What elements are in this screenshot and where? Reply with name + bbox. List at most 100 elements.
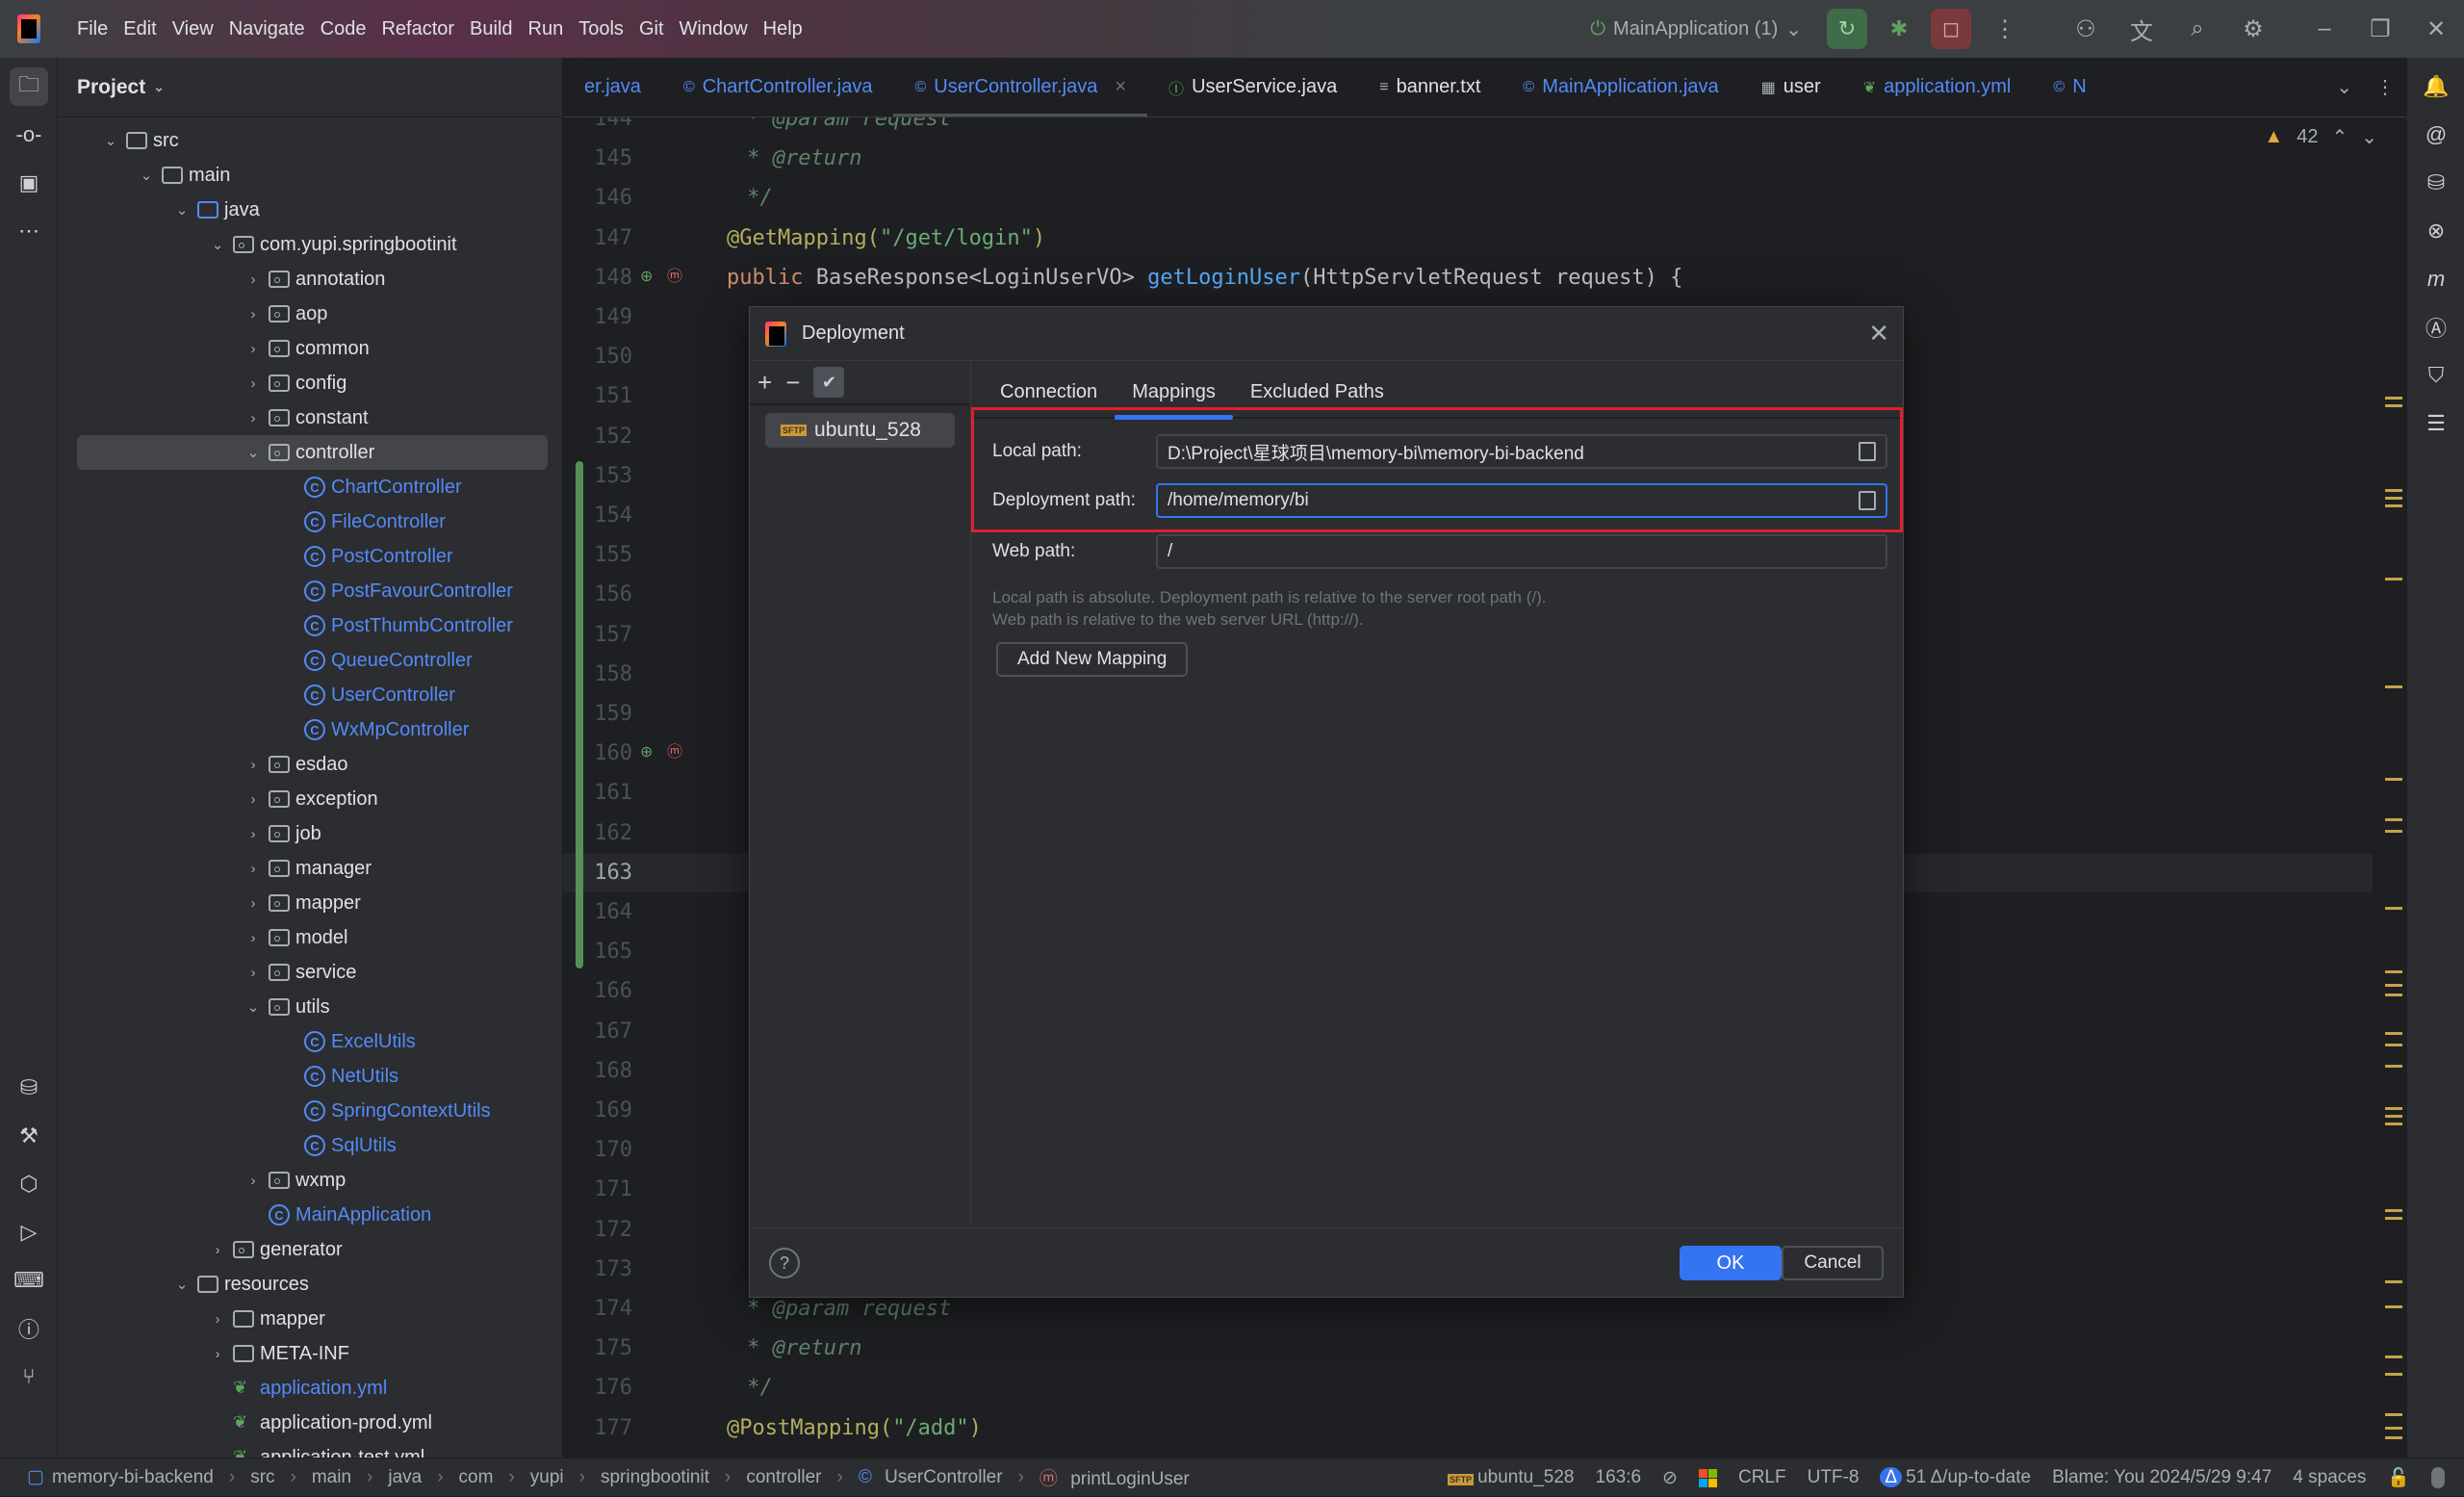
warning-stripe-marker[interactable] [2385, 830, 2402, 833]
rerun-button[interactable]: ↻ [1827, 9, 1867, 49]
code-line[interactable]: public BaseResponse<LoginUserVO> getLogi… [727, 259, 1682, 297]
chevron-down-icon[interactable]: ⌄ [172, 1276, 192, 1293]
code-line[interactable]: */ [734, 179, 773, 218]
tree-item[interactable]: › mapper [58, 1302, 562, 1336]
menu-tools[interactable]: Tools [571, 18, 631, 40]
browse-folder-icon[interactable] [1859, 442, 1876, 461]
tab-er-java[interactable]: er.java [563, 58, 662, 116]
warning-stripe-marker[interactable] [2385, 1115, 2402, 1118]
deployment-server-widget[interactable]: SFTP ubuntu_528 [1448, 1467, 1575, 1488]
chevron-right-icon[interactable]: › [244, 410, 263, 426]
breadcrumb-item[interactable]: controller [742, 1467, 825, 1488]
power-save-icon[interactable]: ⊘ [1662, 1467, 1678, 1489]
chevron-down-icon[interactable]: ⌄ [137, 167, 156, 184]
maven-icon[interactable]: m [2417, 260, 2455, 298]
chevron-right-icon[interactable]: › [244, 341, 263, 357]
notifications-bell-icon[interactable]: 🔔 [2417, 67, 2455, 106]
breadcrumb-item[interactable]: yupi [526, 1467, 568, 1488]
tabs-more-icon[interactable]: ⋮ [2364, 75, 2406, 99]
warning-stripe-marker[interactable] [2385, 397, 2402, 400]
warning-stripe-marker[interactable] [2385, 907, 2402, 910]
breadcrumb-item[interactable]: springbootinit [597, 1467, 713, 1488]
menu-build[interactable]: Build [462, 18, 520, 40]
tree-item[interactable]: › generator [58, 1232, 562, 1267]
chevron-right-icon[interactable]: › [244, 930, 263, 946]
tab-n[interactable]: © N [2032, 58, 2107, 116]
tabs-dropdown-icon[interactable]: ⌄ [2324, 75, 2364, 99]
project-panel-header[interactable]: Project ⌄ [58, 58, 562, 117]
build-hammer-icon[interactable]: ⚒ [10, 1117, 48, 1155]
code-line[interactable]: @GetMapping("/get/login") [727, 219, 1045, 258]
warning-stripe-marker[interactable] [2385, 818, 2402, 821]
warning-stripe-marker[interactable] [2385, 1217, 2402, 1220]
chevron-right-icon[interactable]: › [208, 1242, 227, 1258]
tab-usercontroller-java[interactable]: © UserController.java × [893, 58, 1147, 116]
tree-item[interactable]: C NetUtils [58, 1059, 562, 1094]
run-configuration-selector[interactable]: ⏻ MainApplication (1) ⌄ [1590, 17, 1802, 41]
warning-stripe-marker[interactable] [2385, 1044, 2402, 1046]
chevron-right-icon[interactable]: › [244, 895, 263, 912]
settings-gear-icon[interactable]: ⚙ [2239, 15, 2268, 43]
breadcrumb-item[interactable]: © UserController [855, 1467, 1007, 1488]
menu-code[interactable]: Code [313, 18, 374, 40]
add-new-mapping-button[interactable]: Add New Mapping [996, 642, 1189, 677]
problems-icon[interactable]: ⓘ [10, 1309, 48, 1348]
chevron-right-icon[interactable]: › [244, 861, 263, 877]
git-branch-icon[interactable]: ⑂ [10, 1357, 48, 1396]
line-ending-widget[interactable]: CRLF [1738, 1467, 1786, 1488]
code-line[interactable]: * @return [734, 1329, 861, 1368]
minimize-icon[interactable]: – [2310, 15, 2339, 42]
chevron-right-icon[interactable]: › [244, 306, 263, 323]
lock-icon[interactable]: 🔓 [2387, 1466, 2410, 1489]
menu-run[interactable]: Run [521, 18, 572, 40]
remote-hosts-icon[interactable]: ☰ [2417, 404, 2455, 443]
add-server-icon[interactable]: + [757, 368, 772, 398]
memory-indicator[interactable] [2431, 1467, 2445, 1488]
tree-item[interactable]: › annotation [58, 262, 562, 297]
warning-stripe-marker[interactable] [2385, 685, 2402, 688]
stop-button[interactable]: ◻ [1931, 9, 1971, 49]
inspection-widget[interactable]: ▲ 42 ⌃ ⌄ [2264, 125, 2377, 149]
chevron-right-icon[interactable]: › [244, 757, 263, 773]
breadcrumb-item[interactable]: com [455, 1467, 498, 1488]
tree-item[interactable]: ⌄ com.yupi.springbootinit [58, 227, 562, 262]
tree-item[interactable]: C QueueController [58, 643, 562, 678]
security-shield-icon[interactable]: ⛉ [2417, 356, 2455, 395]
breadcrumb-item[interactable]: ▢ memory-bi-backend [23, 1466, 218, 1488]
next-highlight-icon[interactable]: ⌄ [2361, 125, 2377, 149]
tree-item[interactable]: › common [58, 331, 562, 366]
tree-item[interactable]: › aop [58, 297, 562, 331]
tree-item[interactable]: C FileController [58, 504, 562, 539]
database-icon[interactable]: ⛁ [2417, 164, 2455, 202]
vcs-change-marker[interactable] [576, 460, 583, 969]
code-line[interactable]: * @return [734, 140, 861, 178]
warning-stripe-marker[interactable] [2385, 489, 2402, 492]
warning-stripe-marker[interactable] [2385, 1355, 2402, 1358]
code-line[interactable]: @AuthCheck(mustRole = UserConstant.ADMIN… [727, 1449, 1313, 1458]
warning-stripe-marker[interactable] [2385, 1305, 2402, 1308]
vcs-widget[interactable]: Δ 51 Δ/up-to-date [1880, 1467, 2031, 1488]
tree-item[interactable]: › manager [58, 851, 562, 886]
structure-icon[interactable]: ▣ [10, 164, 48, 202]
ai-assistant-icon[interactable]: @ [2417, 116, 2455, 154]
more-actions-icon[interactable]: ⋮ [1990, 15, 2019, 43]
tree-item[interactable]: ❦ application-prod.yml [58, 1406, 562, 1440]
add-user-icon[interactable]: ⚇ [2071, 15, 2100, 43]
warning-stripe-marker[interactable] [2385, 504, 2402, 507]
previous-highlight-icon[interactable]: ⌃ [2331, 125, 2348, 149]
web-path-input[interactable]: / [1156, 534, 1887, 569]
chevron-right-icon[interactable]: › [244, 826, 263, 842]
indent-widget[interactable]: 4 spaces [2293, 1467, 2366, 1488]
warning-stripe-marker[interactable] [2385, 1436, 2402, 1439]
tree-item[interactable]: C SqlUtils [58, 1128, 562, 1163]
translate-icon[interactable]: 文 [2127, 13, 2156, 46]
warning-stripe-marker[interactable] [2385, 1280, 2402, 1283]
local-path-input[interactable]: D:\Project\星球项目\memory-bi\memory-bi-back… [1156, 434, 1887, 469]
chevron-down-icon[interactable]: ⌄ [244, 998, 263, 1016]
tree-item[interactable]: ⌄ src [58, 123, 562, 158]
chevron-right-icon[interactable]: › [208, 1346, 227, 1362]
menu-help[interactable]: Help [756, 18, 810, 40]
menu-refactor[interactable]: Refactor [373, 18, 462, 40]
breadcrumb-item[interactable]: main [308, 1467, 355, 1488]
services-icon[interactable]: ⬡ [10, 1165, 48, 1203]
